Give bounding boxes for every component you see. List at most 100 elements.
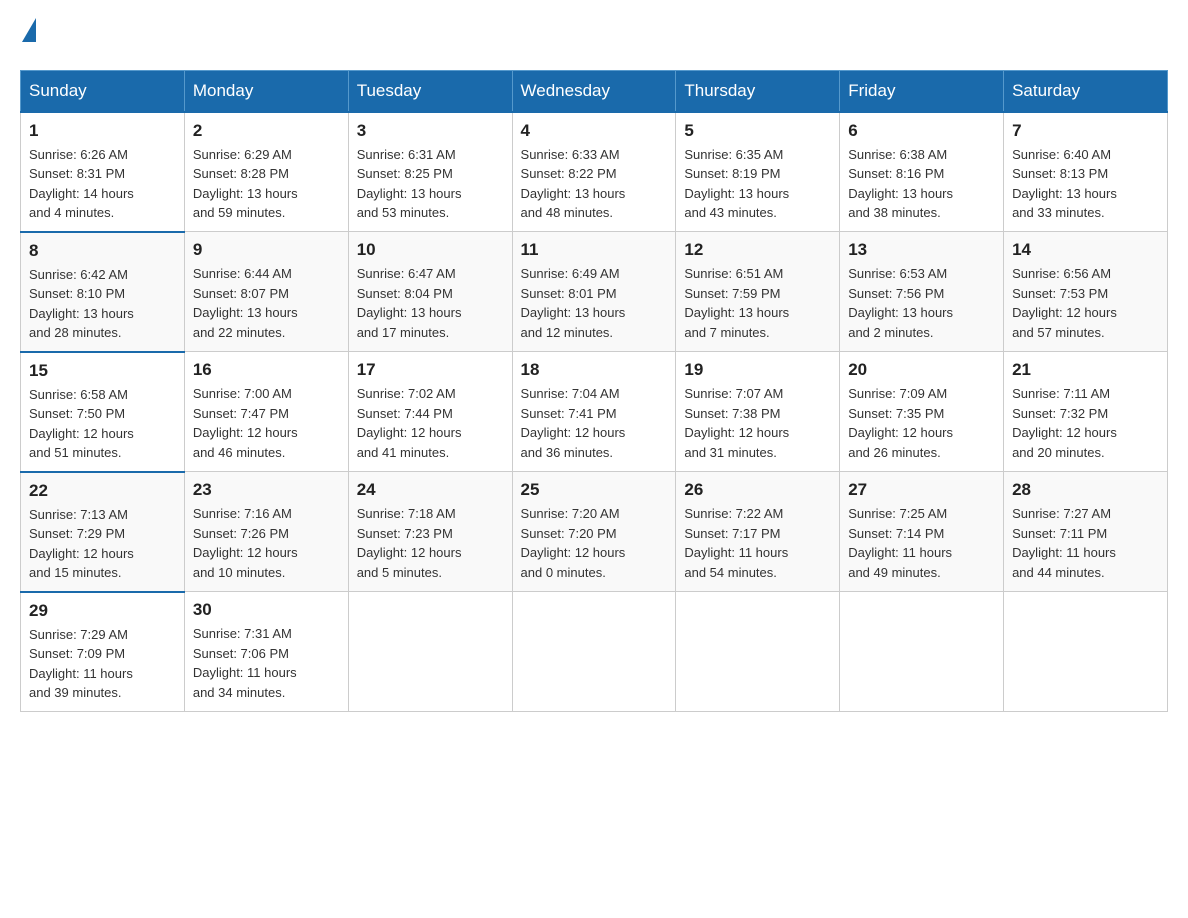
day-number: 2: [193, 121, 340, 141]
day-number: 30: [193, 600, 340, 620]
logo-triangle-icon: [22, 18, 36, 42]
calendar-cell: 28 Sunrise: 7:27 AMSunset: 7:11 PMDayligh…: [1004, 472, 1168, 592]
day-number: 24: [357, 480, 504, 500]
day-info: Sunrise: 6:31 AMSunset: 8:25 PMDaylight:…: [357, 145, 504, 223]
day-number: 4: [521, 121, 668, 141]
calendar-cell: 19 Sunrise: 7:07 AMSunset: 7:38 PMDayligh…: [676, 352, 840, 472]
calendar-cell: 27 Sunrise: 7:25 AMSunset: 7:14 PMDayligh…: [840, 472, 1004, 592]
day-info: Sunrise: 6:26 AMSunset: 8:31 PMDaylight:…: [29, 145, 176, 223]
day-info: Sunrise: 6:40 AMSunset: 8:13 PMDaylight:…: [1012, 145, 1159, 223]
calendar-cell: 20 Sunrise: 7:09 AMSunset: 7:35 PMDayligh…: [840, 352, 1004, 472]
calendar-cell: 22 Sunrise: 7:13 AMSunset: 7:29 PMDayligh…: [21, 472, 185, 592]
calendar-header-tuesday: Tuesday: [348, 70, 512, 112]
day-number: 3: [357, 121, 504, 141]
calendar-cell: 12Sunrise: 6:51 AMSunset: 7:59 PMDayligh…: [676, 232, 840, 352]
day-info: Sunrise: 6:58 AMSunset: 7:50 PMDaylight:…: [29, 385, 176, 463]
calendar-table: SundayMondayTuesdayWednesdayThursdayFrid…: [20, 70, 1168, 712]
calendar-cell: 30 Sunrise: 7:31 AMSunset: 7:06 PMDayligh…: [184, 592, 348, 712]
calendar-week-row: 8 Sunrise: 6:42 AMSunset: 8:10 PMDaylight…: [21, 232, 1168, 352]
day-number: 18: [521, 360, 668, 380]
calendar-cell: 10 Sunrise: 6:47 AMSunset: 8:04 PMDayligh…: [348, 232, 512, 352]
day-info: Sunrise: 6:29 AMSunset: 8:28 PMDaylight:…: [193, 145, 340, 223]
calendar-cell: 23 Sunrise: 7:16 AMSunset: 7:26 PMDayligh…: [184, 472, 348, 592]
calendar-cell: 13 Sunrise: 6:53 AMSunset: 7:56 PMDayligh…: [840, 232, 1004, 352]
calendar-cell: 7 Sunrise: 6:40 AMSunset: 8:13 PMDaylight…: [1004, 112, 1168, 232]
calendar-cell: 2 Sunrise: 6:29 AMSunset: 8:28 PMDaylight…: [184, 112, 348, 232]
calendar-cell: 25 Sunrise: 7:20 AMSunset: 7:20 PMDayligh…: [512, 472, 676, 592]
calendar-cell: 5 Sunrise: 6:35 AMSunset: 8:19 PMDaylight…: [676, 112, 840, 232]
day-number: 5: [684, 121, 831, 141]
day-number: 11: [521, 240, 668, 260]
day-info: Sunrise: 7:22 AMSunset: 7:17 PMDaylight:…: [684, 504, 831, 582]
calendar-cell: 8 Sunrise: 6:42 AMSunset: 8:10 PMDaylight…: [21, 232, 185, 352]
calendar-cell: 16 Sunrise: 7:00 AMSunset: 7:47 PMDayligh…: [184, 352, 348, 472]
calendar-header-wednesday: Wednesday: [512, 70, 676, 112]
calendar-header-row: SundayMondayTuesdayWednesdayThursdayFrid…: [21, 70, 1168, 112]
day-info: Sunrise: 6:35 AMSunset: 8:19 PMDaylight:…: [684, 145, 831, 223]
day-number: 13: [848, 240, 995, 260]
day-info: Sunrise: 7:29 AMSunset: 7:09 PMDaylight:…: [29, 625, 176, 703]
calendar-cell: 15 Sunrise: 6:58 AMSunset: 7:50 PMDayligh…: [21, 352, 185, 472]
day-info: Sunrise: 7:31 AMSunset: 7:06 PMDaylight:…: [193, 624, 340, 702]
day-number: 27: [848, 480, 995, 500]
day-number: 20: [848, 360, 995, 380]
day-info: Sunrise: 7:25 AMSunset: 7:14 PMDaylight:…: [848, 504, 995, 582]
calendar-cell: 17Sunrise: 7:02 AMSunset: 7:44 PMDayligh…: [348, 352, 512, 472]
day-number: 6: [848, 121, 995, 141]
page-header: [20, 20, 1168, 50]
calendar-header-monday: Monday: [184, 70, 348, 112]
day-number: 22: [29, 481, 176, 501]
calendar-cell: 14 Sunrise: 6:56 AMSunset: 7:53 PMDayligh…: [1004, 232, 1168, 352]
day-info: Sunrise: 7:00 AMSunset: 7:47 PMDaylight:…: [193, 384, 340, 462]
calendar-week-row: 1 Sunrise: 6:26 AMSunset: 8:31 PMDaylight…: [21, 112, 1168, 232]
day-number: 15: [29, 361, 176, 381]
day-info: Sunrise: 7:07 AMSunset: 7:38 PMDaylight:…: [684, 384, 831, 462]
calendar-cell: [1004, 592, 1168, 712]
calendar-cell: 21 Sunrise: 7:11 AMSunset: 7:32 PMDayligh…: [1004, 352, 1168, 472]
day-info: Sunrise: 6:56 AMSunset: 7:53 PMDaylight:…: [1012, 264, 1159, 342]
day-info: Sunrise: 7:27 AMSunset: 7:11 PMDaylight:…: [1012, 504, 1159, 582]
day-info: Sunrise: 6:53 AMSunset: 7:56 PMDaylight:…: [848, 264, 995, 342]
calendar-cell: 9Sunrise: 6:44 AMSunset: 8:07 PMDaylight…: [184, 232, 348, 352]
calendar-week-row: 15 Sunrise: 6:58 AMSunset: 7:50 PMDayligh…: [21, 352, 1168, 472]
day-number: 28: [1012, 480, 1159, 500]
day-number: 14: [1012, 240, 1159, 260]
day-number: 26: [684, 480, 831, 500]
calendar-cell: 1 Sunrise: 6:26 AMSunset: 8:31 PMDaylight…: [21, 112, 185, 232]
day-number: 10: [357, 240, 504, 260]
day-number: 1: [29, 121, 176, 141]
day-info: Sunrise: 7:11 AMSunset: 7:32 PMDaylight:…: [1012, 384, 1159, 462]
calendar-cell: [676, 592, 840, 712]
calendar-cell: 11Sunrise: 6:49 AMSunset: 8:01 PMDayligh…: [512, 232, 676, 352]
calendar-cell: 26 Sunrise: 7:22 AMSunset: 7:17 PMDayligh…: [676, 472, 840, 592]
day-number: 8: [29, 241, 176, 261]
day-info: Sunrise: 7:04 AMSunset: 7:41 PMDaylight:…: [521, 384, 668, 462]
day-number: 19: [684, 360, 831, 380]
day-number: 23: [193, 480, 340, 500]
logo: [20, 20, 36, 50]
day-info: Sunrise: 7:20 AMSunset: 7:20 PMDaylight:…: [521, 504, 668, 582]
day-info: Sunrise: 6:42 AMSunset: 8:10 PMDaylight:…: [29, 265, 176, 343]
day-info: Sunrise: 7:16 AMSunset: 7:26 PMDaylight:…: [193, 504, 340, 582]
day-number: 29: [29, 601, 176, 621]
calendar-header-saturday: Saturday: [1004, 70, 1168, 112]
day-info: Sunrise: 6:47 AMSunset: 8:04 PMDaylight:…: [357, 264, 504, 342]
day-info: Sunrise: 6:38 AMSunset: 8:16 PMDaylight:…: [848, 145, 995, 223]
day-info: Sunrise: 7:13 AMSunset: 7:29 PMDaylight:…: [29, 505, 176, 583]
calendar-cell: 29 Sunrise: 7:29 AMSunset: 7:09 PMDayligh…: [21, 592, 185, 712]
day-number: 21: [1012, 360, 1159, 380]
day-number: 16: [193, 360, 340, 380]
calendar-cell: 4 Sunrise: 6:33 AMSunset: 8:22 PMDaylight…: [512, 112, 676, 232]
calendar-cell: 24 Sunrise: 7:18 AMSunset: 7:23 PMDayligh…: [348, 472, 512, 592]
day-number: 25: [521, 480, 668, 500]
day-number: 17: [357, 360, 504, 380]
calendar-header-sunday: Sunday: [21, 70, 185, 112]
calendar-cell: [512, 592, 676, 712]
day-info: Sunrise: 6:44 AMSunset: 8:07 PMDaylight:…: [193, 264, 340, 342]
calendar-cell: [840, 592, 1004, 712]
day-info: Sunrise: 7:09 AMSunset: 7:35 PMDaylight:…: [848, 384, 995, 462]
day-info: Sunrise: 7:18 AMSunset: 7:23 PMDaylight:…: [357, 504, 504, 582]
day-info: Sunrise: 6:33 AMSunset: 8:22 PMDaylight:…: [521, 145, 668, 223]
day-number: 7: [1012, 121, 1159, 141]
calendar-header-thursday: Thursday: [676, 70, 840, 112]
